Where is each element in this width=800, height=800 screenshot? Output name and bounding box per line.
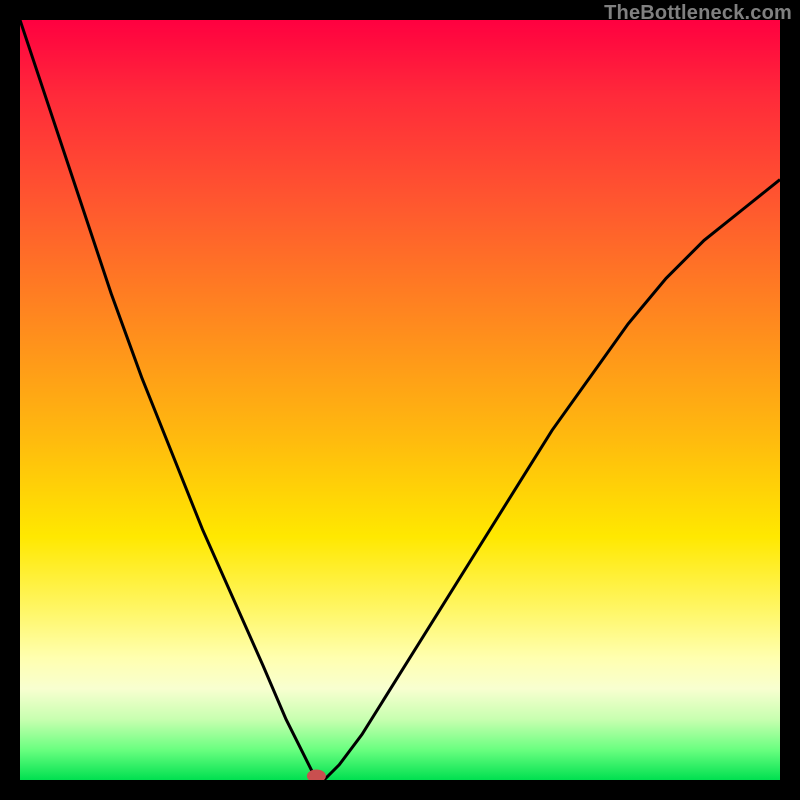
watermark-text: TheBottleneck.com [604,2,792,25]
bottleneck-curve [20,20,780,780]
plot-area [20,20,780,780]
chart-stage: TheBottleneck.com [0,0,800,800]
min-marker [307,770,325,780]
curve-svg [20,20,780,780]
